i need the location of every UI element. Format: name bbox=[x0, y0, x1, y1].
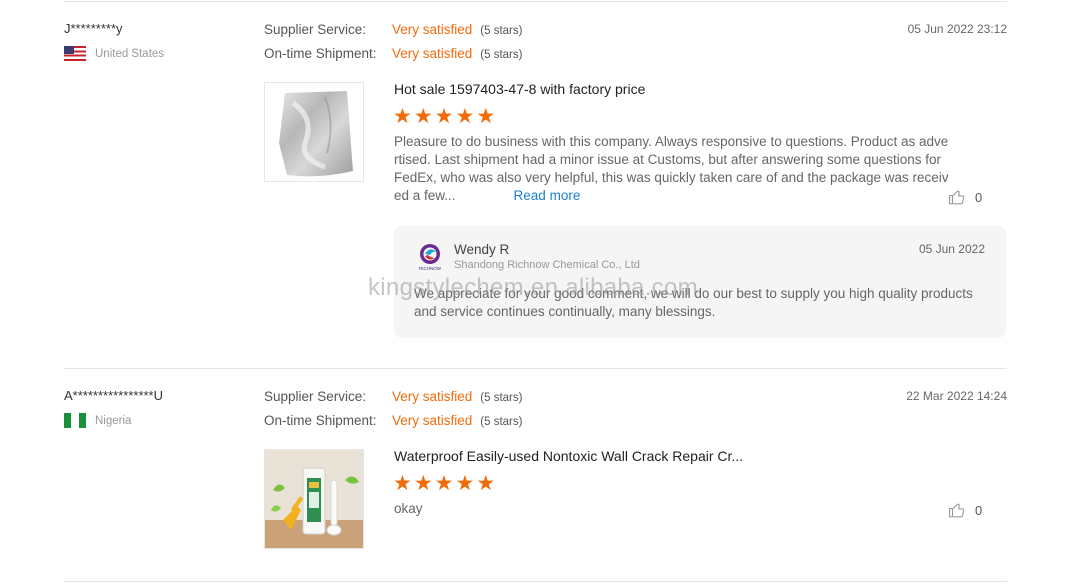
rating-stars-text: (5 stars) bbox=[480, 392, 523, 404]
buyer-country: Nigeria bbox=[64, 413, 131, 428]
comment-text: Pleasure to do business with this compan… bbox=[394, 134, 949, 203]
star-icon: ★ bbox=[434, 105, 454, 128]
review-comment: Pleasure to do business with this compan… bbox=[394, 133, 950, 205]
product-title[interactable]: Hot sale 1597403-47-8 with factory price bbox=[394, 81, 645, 97]
rating-label: Supplier Service: bbox=[264, 22, 367, 37]
star-icon: ★ bbox=[413, 105, 433, 128]
rating-stars-text: (5 stars) bbox=[480, 25, 523, 37]
rating-label: Supplier Service: bbox=[264, 389, 367, 404]
top-divider bbox=[64, 1, 1007, 2]
reply-date: 05 Jun 2022 bbox=[918, 242, 985, 256]
review-divider bbox=[64, 368, 1007, 369]
rating-stars-text: (5 stars) bbox=[480, 49, 523, 61]
reply-text: We appreciate for your good comment, we … bbox=[414, 286, 973, 319]
star-icon: ★ bbox=[393, 105, 412, 128]
rating-label: On-time Shipment: bbox=[264, 413, 377, 428]
shipment-rating: On-time Shipment: Very satisfied (5 star… bbox=[264, 46, 522, 61]
product-title[interactable]: Waterproof Easily-used Nontoxic Wall Cra… bbox=[394, 448, 743, 464]
country-name: United States bbox=[95, 47, 165, 60]
like-count: 0 bbox=[975, 189, 983, 205]
buyer-name: A****************U bbox=[64, 388, 164, 403]
bottom-divider bbox=[64, 581, 1007, 582]
star-rating: ★ ★ ★ ★ ★ bbox=[393, 105, 496, 128]
star-icon: ★ bbox=[455, 472, 475, 495]
supplier-service-rating: Supplier Service: Very satisfied (5 star… bbox=[264, 22, 522, 37]
product-thumbnail[interactable] bbox=[264, 449, 364, 549]
reply-company: Shandong Richnow Chemical Co., Ltd bbox=[454, 259, 640, 271]
rating-label: On-time Shipment: bbox=[264, 46, 377, 61]
comment-text: okay bbox=[394, 501, 423, 516]
star-icon: ★ bbox=[476, 105, 496, 128]
review-date: 22 Mar 2022 14:24 bbox=[906, 389, 1007, 403]
rating-value: Very satisfied bbox=[392, 413, 473, 428]
crack-repair-product-image bbox=[265, 450, 363, 548]
nigeria-flag-icon bbox=[64, 413, 86, 428]
rating-value: Very satisfied bbox=[392, 22, 473, 37]
product-thumbnail[interactable] bbox=[264, 82, 364, 182]
read-more-link[interactable]: Read more bbox=[514, 188, 581, 203]
foil-bag-image bbox=[265, 83, 363, 181]
star-icon: ★ bbox=[393, 472, 412, 495]
thumbs-up-icon bbox=[948, 503, 965, 518]
buyer-country: United States bbox=[64, 46, 164, 61]
reply-author: Wendy R bbox=[454, 242, 510, 257]
review-comment: okay bbox=[394, 500, 950, 518]
supplier-reply: RICHNOW Wendy R Shandong Richnow Chemica… bbox=[394, 226, 1006, 338]
star-icon: ★ bbox=[455, 105, 475, 128]
review-date: 05 Jun 2022 23:12 bbox=[907, 22, 1007, 36]
rating-stars-text: (5 stars) bbox=[480, 416, 523, 428]
like-count: 0 bbox=[975, 502, 983, 518]
like-button[interactable]: 0 bbox=[948, 501, 982, 519]
shipment-rating: On-time Shipment: Very satisfied (5 star… bbox=[264, 413, 522, 428]
us-flag-icon bbox=[64, 46, 86, 61]
rating-value: Very satisfied bbox=[392, 389, 473, 404]
like-button[interactable]: 0 bbox=[948, 188, 982, 206]
star-icon: ★ bbox=[434, 472, 454, 495]
supplier-service-rating: Supplier Service: Very satisfied (5 star… bbox=[264, 389, 522, 404]
star-rating: ★ ★ ★ ★ ★ bbox=[393, 472, 496, 495]
thumbs-up-icon bbox=[948, 190, 965, 205]
richnow-logo-icon: RICHNOW bbox=[419, 244, 442, 271]
logo-text: RICHNOW bbox=[419, 266, 442, 271]
buyer-name: J*********y bbox=[64, 21, 123, 36]
country-name: Nigeria bbox=[95, 414, 132, 427]
rating-value: Very satisfied bbox=[392, 46, 473, 61]
star-icon: ★ bbox=[476, 472, 496, 495]
star-icon: ★ bbox=[413, 472, 433, 495]
